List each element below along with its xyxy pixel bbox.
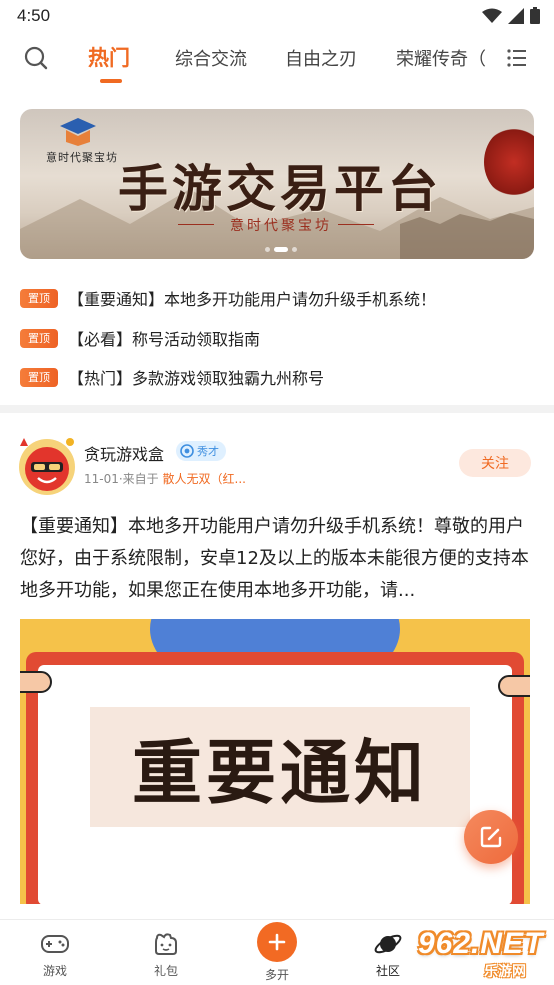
post-source[interactable]: 散人无双（红...: [163, 472, 246, 486]
banner-dot: [292, 247, 297, 252]
banner-title: 手游交易平台: [118, 159, 442, 218]
section-divider: [0, 405, 554, 413]
pinned-notice[interactable]: 置顶 【必看】称号活动领取指南: [20, 326, 260, 350]
laurel-icon: [180, 444, 194, 458]
watermark-number: 962.NET: [418, 927, 544, 960]
post-date: 11-01·来自于: [84, 472, 159, 486]
watermark-logo: 962.NET 乐游网: [418, 927, 552, 983]
hand-left-illustration: [20, 671, 52, 693]
hand-right-illustration: [498, 675, 530, 697]
nav-label: 社区: [375, 964, 400, 978]
image-headline: 重要通知: [132, 731, 428, 814]
author-name[interactable]: 贪玩游戏盒: [84, 441, 164, 465]
status-time: 4:50: [17, 6, 51, 25]
pin-badge: 置顶: [20, 288, 58, 308]
category-tab-bar: 热门 综合交流 自由之刃 荣耀传奇（: [0, 32, 554, 88]
banner-dot-active: [274, 247, 288, 252]
nav-games[interactable]: 游戏: [25, 930, 85, 979]
post-body[interactable]: 【重要通知】本地多开功能用户请勿升级手机系统！尊敬的用户您好，由于系统限制，安卓…: [20, 511, 536, 607]
edit-icon: [480, 826, 502, 848]
avatar[interactable]: [14, 432, 80, 498]
status-icons: [482, 7, 540, 24]
nav-multi-open[interactable]: 多开: [247, 922, 307, 983]
compose-post-button[interactable]: [464, 810, 518, 864]
wifi-icon: [482, 8, 502, 23]
gift-icon: [155, 933, 177, 955]
menu-list-icon[interactable]: [505, 46, 529, 70]
plus-button: [257, 922, 297, 962]
banner-pagination: [265, 247, 297, 252]
banner-divider-left: [178, 224, 214, 225]
notice-text: 【必看】称号活动领取指南: [68, 330, 261, 349]
nav-label: 多开: [264, 968, 289, 982]
planet-icon: [374, 934, 402, 954]
level-badge: 秀才: [176, 441, 226, 461]
battery-icon: [530, 7, 540, 24]
pin-badge: 置顶: [20, 367, 58, 387]
pinned-notice[interactable]: 置顶 【热门】多款游戏领取独霸九州称号: [20, 365, 324, 389]
banner-subtitle: 意时代聚宝坊: [230, 218, 332, 234]
tab-general[interactable]: 综合交流: [175, 45, 247, 71]
follow-button[interactable]: 关注: [459, 449, 531, 477]
tab-freedom-blade[interactable]: 自由之刃: [285, 45, 357, 71]
tab-active-indicator: [100, 79, 122, 83]
gamepad-icon: [41, 935, 69, 953]
tab-glory-legend[interactable]: 荣耀传奇（: [396, 45, 486, 71]
brand-logo-icon: [60, 118, 96, 146]
status-bar: 4:50: [0, 0, 554, 32]
notice-text: 【重要通知】本地多开功能用户请勿升级手机系统！: [68, 290, 437, 309]
notice-text: 【热门】多款游戏领取独霸九州称号: [68, 369, 325, 388]
level-label: 秀才: [197, 445, 219, 458]
image-headline-box: 重要通知: [90, 707, 470, 827]
banner-brand: 意时代聚宝坊: [46, 151, 118, 164]
post-meta: 11-01·来自于 散人无双（红...: [84, 470, 246, 487]
plus-icon: [268, 933, 286, 951]
search-icon[interactable]: [22, 44, 50, 72]
signal-icon: [508, 7, 524, 24]
pin-badge: 置顶: [20, 328, 58, 348]
banner-divider-right: [338, 224, 374, 225]
nav-label: 礼包: [153, 964, 178, 978]
tab-hot[interactable]: 热门: [88, 42, 130, 72]
watermark-site: 乐游网: [484, 964, 526, 980]
banner-dot: [265, 247, 270, 252]
post-image[interactable]: 重要通知: [20, 619, 530, 904]
nav-community[interactable]: 社区: [358, 930, 418, 979]
nav-label: 游戏: [42, 964, 67, 978]
pinned-notice[interactable]: 置顶 【重要通知】本地多开功能用户请勿升级手机系统！: [20, 286, 436, 310]
promo-banner[interactable]: 意时代聚宝坊 手游交易平台 意时代聚宝坊: [20, 109, 534, 259]
nav-gifts[interactable]: 礼包: [136, 930, 196, 979]
